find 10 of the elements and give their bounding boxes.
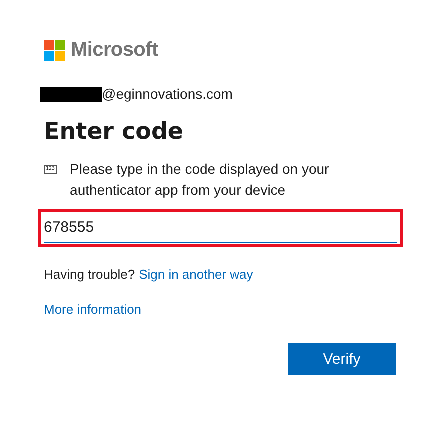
sign-in-link[interactable]: Sign in another way [139,267,254,282]
account-email: @eginnovations.com [102,86,233,102]
page-title: Enter code [44,118,185,147]
trouble-text: Having trouble? [44,267,136,282]
more-info-link[interactable]: More information [44,302,440,317]
brand-name: Microsoft [71,38,158,62]
logo-icon [44,40,65,60]
code-field[interactable]: 678555 [38,209,403,247]
verify-button[interactable]: Verify [288,343,396,375]
instruction-text: Please type in the code displayed on your authenticator app from your device [70,160,330,200]
